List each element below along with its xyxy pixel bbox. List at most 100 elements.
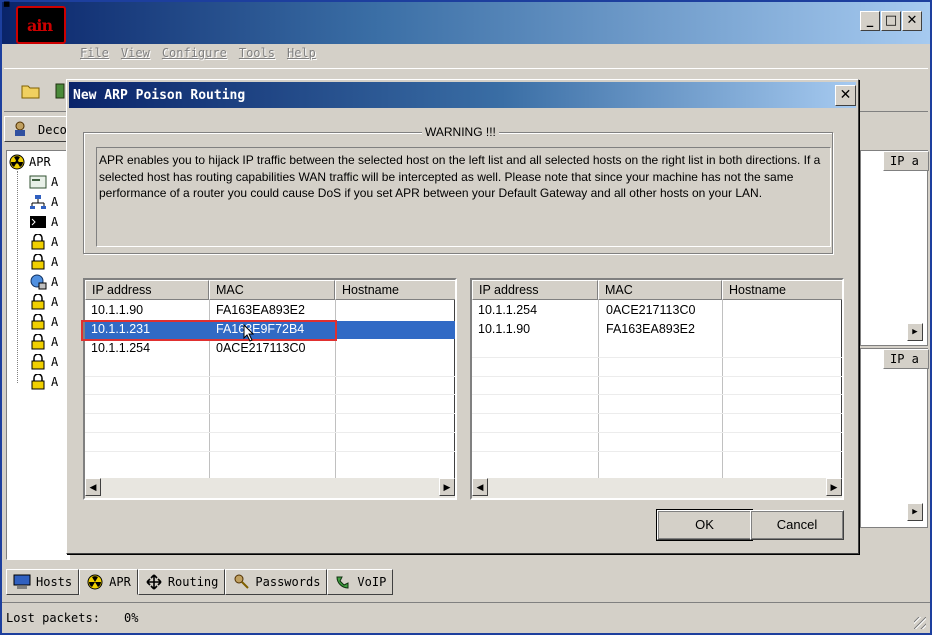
column-divider xyxy=(598,300,599,480)
tree-item-apr-lock-6[interactable]: A xyxy=(29,353,58,371)
menu-view[interactable]: View xyxy=(121,46,150,64)
tree-item-label: A xyxy=(51,335,59,349)
tab-routing[interactable]: Routing xyxy=(137,569,226,595)
lower-pane-scroll-right[interactable]: ▶ xyxy=(907,503,923,521)
menu-help[interactable]: Help xyxy=(287,46,316,64)
column-divider xyxy=(722,300,723,480)
tab-voip-label: VoIP xyxy=(357,575,387,589)
left-row-1-mac[interactable]: FA163EA893E2 xyxy=(216,302,305,319)
grid-line xyxy=(85,413,455,414)
grid-line xyxy=(85,451,455,452)
left-col-ip-header[interactable]: IP address xyxy=(85,280,209,300)
dialog-titlebar: New ARP Poison Routing ✕ xyxy=(69,82,856,108)
tab-apr[interactable]: APR xyxy=(79,569,138,595)
left-scroll-right-button[interactable]: ▶ xyxy=(439,478,455,496)
tab-passwords[interactable]: Passwords xyxy=(225,569,328,595)
tree-root-apr[interactable]: APR xyxy=(9,153,51,171)
lock-icon xyxy=(31,234,45,250)
voip-icon xyxy=(336,576,349,589)
new-arp-poison-routing-dialog: New ARP Poison Routing ✕ WARNING !!! APR… xyxy=(66,79,859,554)
grid-line xyxy=(85,394,455,395)
selection-callout-box xyxy=(81,320,337,341)
left-row-3-mac[interactable]: 0ACE217113C0 xyxy=(216,340,305,357)
tab-voip[interactable]: VoIP xyxy=(327,569,394,595)
left-row-1-ip[interactable]: 10.1.1.90 xyxy=(91,302,143,319)
dialog-close-button[interactable]: ✕ xyxy=(835,85,856,106)
feature-tree: APR A A A A A A A A A A A xyxy=(6,150,70,560)
upper-pane-column-ip[interactable]: IP a xyxy=(883,151,929,171)
tree-item-apr-lock-2[interactable]: A xyxy=(29,253,58,271)
menu-file[interactable]: File xyxy=(80,46,109,64)
certificate-icon xyxy=(29,175,47,189)
globe-computer-icon xyxy=(30,274,47,290)
close-button[interactable]: ✕ xyxy=(902,11,922,31)
radiation-icon xyxy=(87,574,103,590)
right-row-2-ip[interactable]: 10.1.1.90 xyxy=(478,321,530,338)
right-host-list: IP address MAC Hostname 10.1.1.254 0ACE2… xyxy=(470,278,844,500)
key-person-icon xyxy=(234,574,250,589)
dialog-title: New ARP Poison Routing xyxy=(73,88,246,103)
tree-item-apr-lock-5[interactable]: A xyxy=(29,333,58,351)
lock-icon xyxy=(31,334,45,350)
status-lost-packets-value: 0% xyxy=(124,611,139,625)
grid-line xyxy=(85,376,455,377)
terminal-icon xyxy=(30,216,46,228)
tree-item-apr-terminal[interactable]: A xyxy=(29,213,58,231)
tree-item-label: A xyxy=(51,215,59,229)
tree-item-apr-lock-7[interactable]: A xyxy=(29,373,58,391)
right-row-1-mac[interactable]: 0ACE217113C0 xyxy=(606,302,695,319)
tab-hosts[interactable]: Hosts xyxy=(6,569,80,595)
maximize-button[interactable]: □ xyxy=(881,11,901,31)
lock-icon xyxy=(31,314,45,330)
tree-item-label: A xyxy=(51,235,59,249)
menu-configure[interactable]: Configure xyxy=(162,46,227,64)
tree-item-apr-lock-4[interactable]: A xyxy=(29,313,58,331)
cancel-button[interactable]: Cancel xyxy=(750,510,844,540)
open-folder-icon[interactable] xyxy=(20,81,42,101)
radiation-icon xyxy=(9,154,25,170)
left-list-hscrollbar[interactable]: ◀ ▶ xyxy=(85,478,455,498)
grid-line xyxy=(472,432,842,433)
right-col-ip-header[interactable]: IP address xyxy=(472,280,598,300)
ok-button[interactable]: OK xyxy=(656,509,753,541)
lock-icon xyxy=(31,374,45,390)
tree-connector xyxy=(17,171,18,383)
move-arrows-icon xyxy=(146,574,162,590)
right-row-1-ip[interactable]: 10.1.1.254 xyxy=(478,302,537,319)
right-row-2-mac[interactable]: FA163EA893E2 xyxy=(606,321,695,338)
tree-item-apr-network[interactable]: A xyxy=(29,193,58,211)
decoders-icon xyxy=(15,121,25,136)
grid-line xyxy=(472,394,842,395)
menu-tools[interactable]: Tools xyxy=(239,46,275,64)
left-col-mac-header[interactable]: MAC xyxy=(209,280,335,300)
logo-text: ain xyxy=(27,16,53,35)
tree-root-label: APR xyxy=(29,155,51,169)
tab-routing-label: Routing xyxy=(167,575,219,589)
menu-bar: File View Configure Tools Help xyxy=(80,46,316,64)
tree-item-apr-cert[interactable]: A xyxy=(29,173,58,191)
lock-icon xyxy=(31,294,45,310)
system-menu-icon[interactable]: ▀ xyxy=(4,4,12,13)
apr-upper-pane: IP a ▶ xyxy=(860,150,929,346)
mouse-cursor-icon xyxy=(243,324,255,342)
tree-item-apr-lock-1[interactable]: A xyxy=(29,233,58,251)
left-col-hostname-header[interactable]: Hostname xyxy=(335,280,455,300)
resize-grip[interactable] xyxy=(914,617,926,629)
grid-line xyxy=(472,413,842,414)
minimize-button[interactable]: _ xyxy=(860,11,880,31)
grid-line xyxy=(472,376,842,377)
upper-pane-scroll-right[interactable]: ▶ xyxy=(907,323,923,341)
left-row-3-ip[interactable]: 10.1.1.254 xyxy=(91,340,150,357)
left-scroll-left-button[interactable]: ◀ xyxy=(85,478,101,496)
right-col-mac-header[interactable]: MAC xyxy=(598,280,722,300)
lower-pane-column-ip[interactable]: IP a xyxy=(883,349,929,369)
right-col-hostname-header[interactable]: Hostname xyxy=(722,280,842,300)
right-list-hscrollbar[interactable]: ◀ ▶ xyxy=(472,478,842,498)
tree-item-apr-globe[interactable]: A xyxy=(29,273,58,291)
right-scroll-left-button[interactable]: ◀ xyxy=(472,478,488,496)
tree-item-apr-lock-3[interactable]: A xyxy=(29,293,58,311)
tab-hosts-label: Hosts xyxy=(36,575,73,589)
right-scroll-right-button[interactable]: ▶ xyxy=(826,478,842,496)
grid-line xyxy=(472,451,842,452)
tab-passwords-label: Passwords xyxy=(255,575,321,589)
